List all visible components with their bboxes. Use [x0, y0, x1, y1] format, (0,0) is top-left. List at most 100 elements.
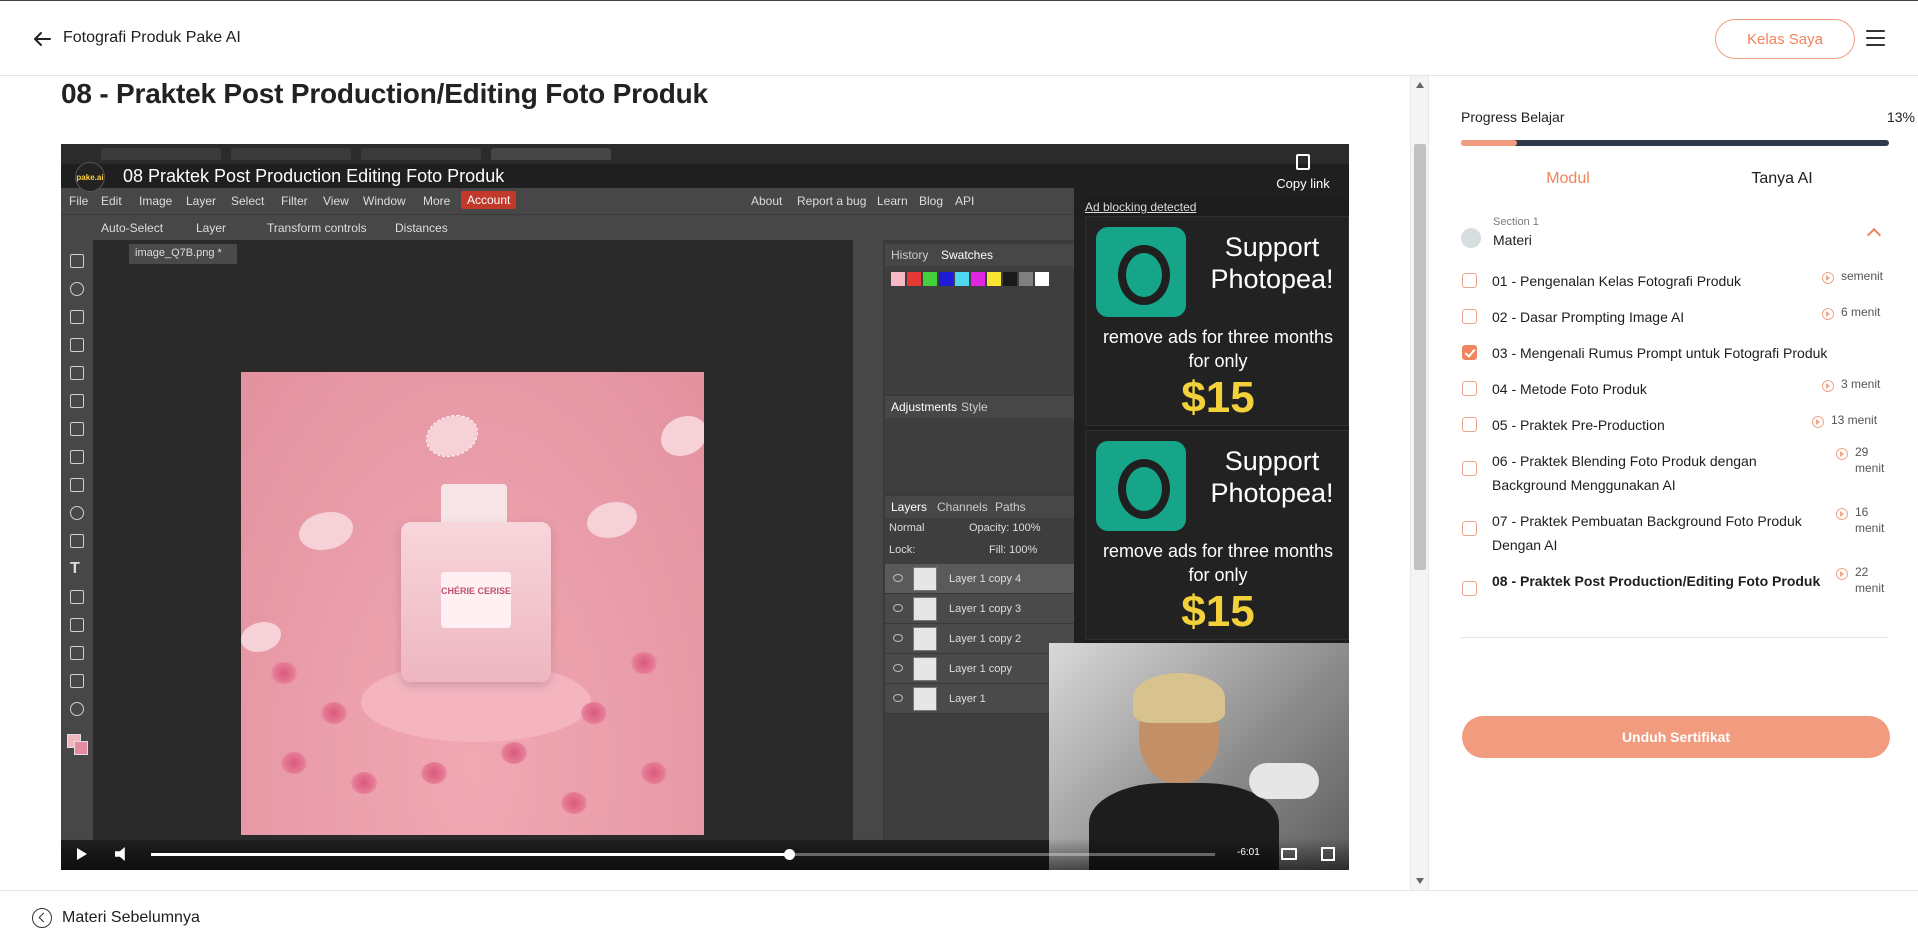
hand-tool-icon — [70, 674, 84, 688]
copy-link-button[interactable]: Copy link — [1268, 154, 1338, 191]
lesson-checkbox[interactable] — [1462, 461, 1477, 476]
scroll-up-icon[interactable] — [1416, 82, 1424, 88]
pp-menu-blog: Blog — [919, 194, 944, 208]
pp-transform-controls: Transform controls — [267, 221, 367, 235]
background-color-swatch — [74, 741, 88, 755]
adjustments-tab: Adjustments — [891, 400, 958, 414]
stamp-tool-icon — [70, 422, 84, 436]
photopea-tools: T — [61, 240, 93, 840]
download-certificate-button[interactable]: Unduh Sertifikat — [1462, 716, 1890, 758]
main-scrollbar[interactable] — [1410, 76, 1428, 890]
hamburger-menu-icon[interactable] — [1866, 30, 1885, 46]
play-circle-icon — [1836, 448, 1848, 460]
lasso-tool-icon — [70, 282, 84, 296]
brush-tool-icon — [70, 394, 84, 408]
lesson-item[interactable]: 05 - Praktek Pre-Production 13 menit — [1461, 413, 1889, 449]
channel-avatar[interactable]: pake.ai — [75, 162, 105, 192]
style-tab: Style — [961, 400, 988, 414]
video-title[interactable]: 08 Praktek Post Production Editing Foto … — [123, 166, 504, 187]
lesson-checkbox[interactable] — [1462, 381, 1477, 396]
play-icon[interactable] — [77, 848, 87, 860]
back-arrow-icon[interactable] — [32, 29, 52, 49]
fullscreen-icon[interactable] — [1321, 847, 1335, 861]
pen-tool-icon — [70, 590, 84, 604]
lesson-title: 02 - Dasar Prompting Image AI — [1492, 309, 1685, 325]
lesson-item[interactable]: 08 - Praktek Post Production/Editing Fot… — [1461, 565, 1889, 629]
pp-menu-view: View — [323, 194, 349, 208]
ad-body-text: remove ads for three months for only — [1102, 541, 1334, 585]
lesson-checkbox[interactable] — [1462, 581, 1477, 596]
rose — [421, 762, 447, 784]
progress-fill — [1461, 140, 1517, 146]
time-remaining: -6:01 — [1237, 847, 1260, 858]
pp-menu-layer: Layer — [186, 194, 217, 208]
layer-row: Layer 1 copy 4 — [885, 564, 1074, 594]
lesson-duration: 3 menit — [1841, 377, 1881, 391]
lesson-item[interactable]: 03 - Mengenali Rumus Prompt untuk Fotogr… — [1461, 341, 1889, 377]
previous-lesson-label: Materi Sebelumnya — [62, 909, 200, 926]
swatch — [907, 272, 921, 286]
pp-menu-file: File — [69, 194, 89, 208]
ad-blocking-label: Ad blocking detected — [1085, 200, 1197, 214]
lesson-item[interactable]: 02 - Dasar Prompting Image AI 6 menit — [1461, 305, 1889, 341]
lesson-item[interactable]: 01 - Pengenalan Kelas Fotografi Produk se… — [1461, 269, 1889, 305]
layers-panel: Layers Channels Paths Normal Opacity: 10… — [885, 496, 1074, 840]
fill-value: Fill: 100% — [989, 544, 1038, 556]
scroll-thumb[interactable] — [1414, 144, 1426, 570]
tab-modul[interactable]: Modul — [1461, 160, 1675, 200]
panel-icons-column — [853, 240, 883, 840]
lesson-duration: 22 menit — [1855, 565, 1885, 595]
photopea-menu-bar: File Edit Image Layer Select Filter View… — [61, 188, 1074, 214]
lesson-title: 07 - Praktek Pembuatan Background Foto P… — [1492, 513, 1802, 553]
volume-icon[interactable] — [115, 847, 125, 861]
lesson-list: 01 - Pengenalan Kelas Fotografi Produk se… — [1461, 269, 1889, 629]
lesson-checkbox[interactable] — [1462, 273, 1477, 288]
section-header[interactable]: Section 1 Materi — [1461, 214, 1889, 264]
previous-lesson-button[interactable]: Materi Sebelumnya — [32, 907, 200, 929]
rose — [581, 702, 607, 724]
play-circle-icon — [1822, 272, 1834, 284]
play-circle-icon — [1836, 568, 1848, 580]
lesson-checkbox[interactable] — [1462, 521, 1477, 536]
kelas-saya-button[interactable]: Kelas Saya — [1715, 19, 1855, 59]
progress-label: Progress Belajar — [1461, 109, 1565, 125]
rose — [631, 652, 657, 674]
bottle-label: CHÉRIE CERISE — [441, 572, 511, 628]
paths-tab: Paths — [995, 500, 1026, 514]
scroll-down-icon[interactable] — [1416, 878, 1424, 884]
lesson-item[interactable]: 06 - Praktek Blending Foto Produk dengan… — [1461, 445, 1889, 509]
video-progress-bar[interactable] — [151, 849, 1215, 860]
chevron-up-icon[interactable] — [1866, 227, 1882, 243]
course-title: Fotografi Produk Pake AI — [63, 29, 241, 46]
play-circle-icon — [1836, 508, 1848, 520]
footer-nav: Materi Sebelumnya — [0, 890, 1918, 944]
pp-menu-about: About — [751, 194, 783, 208]
path-select-icon — [70, 618, 84, 632]
type-tool-icon: T — [70, 560, 80, 577]
lesson-checkbox[interactable] — [1462, 417, 1477, 432]
product-photo: CHÉRIE CERISE — [241, 372, 704, 835]
video-progress-knob[interactable] — [784, 849, 796, 860]
rose — [321, 702, 347, 724]
main-content: 08 - Praktek Post Production/Editing Fot… — [0, 76, 1428, 890]
lesson-item[interactable]: 04 - Metode Foto Produk 3 menit — [1461, 377, 1889, 413]
tab-tanya-ai[interactable]: Tanya AI — [1675, 160, 1889, 200]
video-player[interactable]: File Edit Image Layer Select Filter View… — [61, 144, 1349, 870]
swatch — [971, 272, 985, 286]
pp-menu-edit: Edit — [101, 194, 122, 208]
pp-document-tab: image_Q7B.png * — [129, 244, 237, 264]
lesson-checkbox[interactable] — [1462, 309, 1477, 324]
course-sidebar: Progress Belajar 13% Modul Tanya AI Sect… — [1428, 76, 1918, 890]
pp-menu-image: Image — [139, 194, 173, 208]
lesson-item[interactable]: 07 - Praktek Pembuatan Background Foto P… — [1461, 505, 1889, 569]
back-circle-icon — [32, 908, 52, 928]
blend-mode: Normal — [889, 522, 925, 534]
crop-tool-icon — [70, 338, 84, 352]
section-number: Section 1 — [1493, 216, 1539, 228]
miniplayer-icon[interactable] — [1281, 848, 1297, 860]
healing-tool-icon — [70, 366, 84, 380]
lesson-checkbox[interactable] — [1462, 345, 1477, 360]
lesson-title: 06 - Praktek Blending Foto Produk dengan… — [1492, 453, 1757, 493]
video-controls: -6:01 — [61, 838, 1349, 870]
play-circle-icon — [1822, 308, 1834, 320]
